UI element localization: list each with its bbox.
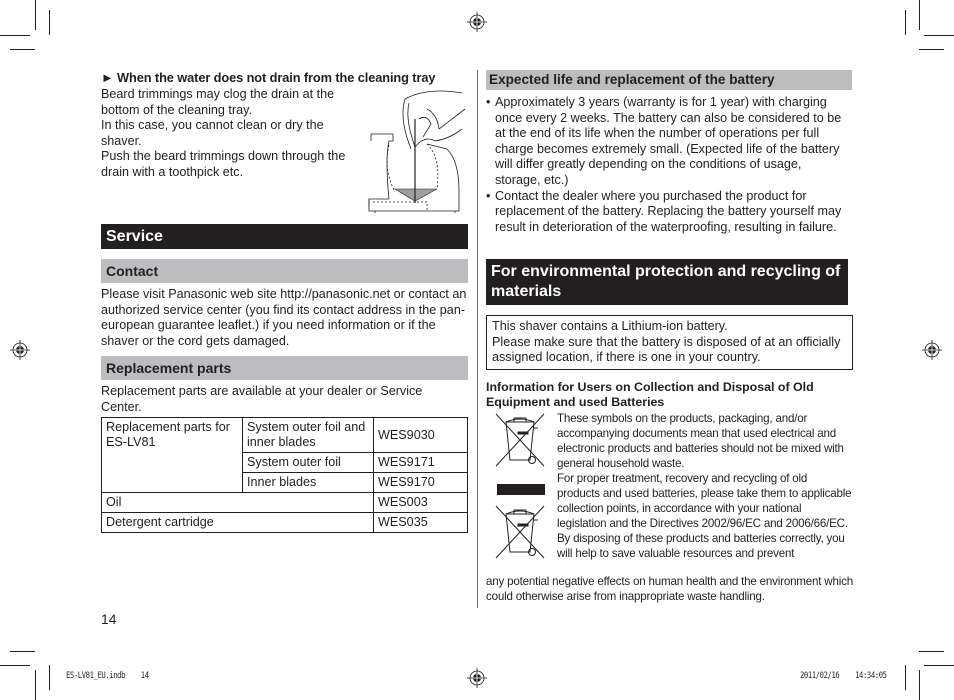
part-name: System outer foil and inner blades xyxy=(242,417,374,453)
list-item: • Approximately 3 years (warranty is for … xyxy=(486,95,848,189)
registration-mark-icon xyxy=(467,12,487,32)
notice-line: Please make sure that the battery is dis… xyxy=(492,334,841,365)
replacement-parts-table: Replacement parts for ES-LV81 System out… xyxy=(101,417,468,533)
bullet-icon: • xyxy=(486,188,491,203)
part-name: Inner blades xyxy=(242,472,374,493)
text-line: Beard trimmings may clog the drain at th… xyxy=(101,87,335,101)
registration-mark-icon xyxy=(922,340,942,360)
part-name: Oil xyxy=(101,492,374,513)
slug-filename: ES-LV81_EU.indb xyxy=(66,671,126,681)
paragraph: By disposing of these products and batte… xyxy=(557,532,845,560)
battery-bullets: • Approximately 3 years (warranty is for … xyxy=(486,95,848,235)
crop-mark xyxy=(10,49,35,50)
crop-mark xyxy=(919,670,920,700)
part-code: WES035 xyxy=(373,512,468,533)
left-column: ► When the water does not drain from the… xyxy=(101,70,468,627)
slug-page: 14 xyxy=(140,671,149,681)
table-row: Detergent cartridge WES035 xyxy=(101,512,468,533)
cleaning-tray-illustration-icon xyxy=(368,90,466,213)
crop-mark xyxy=(0,665,30,666)
notice-line: This shaver contains a Lithium-ion batte… xyxy=(492,319,728,333)
crossed-out-wheelie-bin-icon xyxy=(495,505,545,559)
service-section-title: Service xyxy=(101,224,468,249)
disposal-info-tail: any potential negative effects on human … xyxy=(486,575,853,603)
crop-mark xyxy=(905,10,906,35)
part-name: System outer foil xyxy=(242,452,374,473)
disposal-info-text: These symbols on the products, packaging… xyxy=(557,411,853,561)
table-row: Oil WES003 xyxy=(101,492,468,513)
part-code: WES9030 xyxy=(373,417,468,453)
crop-mark xyxy=(924,35,954,36)
replacement-parts-text: Replacement parts are available at your … xyxy=(101,384,423,414)
parts-group-label: Replacement parts for ES-LV81 xyxy=(101,417,243,493)
cleaning-tray-text: Beard trimmings may clog the drain at th… xyxy=(101,87,366,181)
part-name: Detergent cartridge xyxy=(101,512,374,533)
disposal-info-title: Information for Users on Collection and … xyxy=(486,380,814,409)
lithium-battery-notice-box: This shaver contains a Lithium-ion batte… xyxy=(486,315,853,370)
black-bar-icon xyxy=(497,484,545,495)
paragraph: For proper treatment, recovery and recyc… xyxy=(557,472,852,530)
cleaning-tray-heading: ► When the water does not drain from the… xyxy=(101,70,468,86)
slug-timestamp: 2011/02/16 14:34:05 xyxy=(800,671,887,681)
crop-mark xyxy=(49,10,50,35)
crop-mark xyxy=(35,670,36,700)
environment-section-title: For environmental protection and recycli… xyxy=(486,259,848,305)
slug-time: 14:34:05 xyxy=(855,671,887,681)
cleaning-tray-heading-text: When the water does not drain from the c… xyxy=(117,70,436,85)
contact-text: Please visit Panasonic web site http://p… xyxy=(101,287,467,348)
crossed-out-wheelie-bin-icon xyxy=(495,413,545,467)
battery-section-title: Expected life and replacement of the bat… xyxy=(486,70,852,90)
registration-mark-icon xyxy=(10,340,30,360)
paragraph: These symbols on the products, packaging… xyxy=(557,412,844,470)
text-line: drain with a toothpick etc. xyxy=(101,164,244,179)
crop-mark xyxy=(10,651,35,652)
text-line: shaver. xyxy=(101,133,142,148)
crop-mark xyxy=(919,0,920,30)
contact-subsection-title: Contact xyxy=(101,259,468,283)
part-code: WES003 xyxy=(373,492,468,513)
replacement-parts-subsection-title: Replacement parts xyxy=(101,356,468,380)
slug-file: ES-LV81_EU.indb 14 xyxy=(66,671,149,681)
bullet-icon: • xyxy=(486,95,491,109)
registration-mark-icon xyxy=(467,668,487,688)
part-code: WES9171 xyxy=(373,452,468,473)
crop-mark xyxy=(35,0,36,30)
text-line: Push the beard trimmings down through th… xyxy=(101,149,346,164)
column-divider xyxy=(477,70,478,608)
crop-mark xyxy=(905,665,906,690)
right-column: Expected life and replacement of the bat… xyxy=(486,70,853,603)
page-number: 14 xyxy=(101,611,117,627)
bullet-text: Approximately 3 years (warranty is for 1… xyxy=(495,95,842,187)
crop-mark xyxy=(919,651,944,652)
crop-mark xyxy=(0,35,30,36)
list-item: • Contact the dealer where you purchased … xyxy=(486,189,848,236)
table-row: Replacement parts for ES-LV81 System out… xyxy=(101,417,468,493)
text-line: bottom of the cleaning tray. xyxy=(101,102,252,117)
crop-mark xyxy=(919,49,944,50)
part-code: WES9170 xyxy=(373,472,468,493)
text-line: In this case, you cannot clean or dry th… xyxy=(101,118,324,133)
slug-date: 2011/02/16 xyxy=(800,671,840,681)
bullet-text: Contact the dealer where you purchased t… xyxy=(495,188,842,234)
crop-mark xyxy=(924,665,954,666)
arrow-right-icon: ► xyxy=(101,70,114,85)
crop-mark xyxy=(49,665,50,690)
